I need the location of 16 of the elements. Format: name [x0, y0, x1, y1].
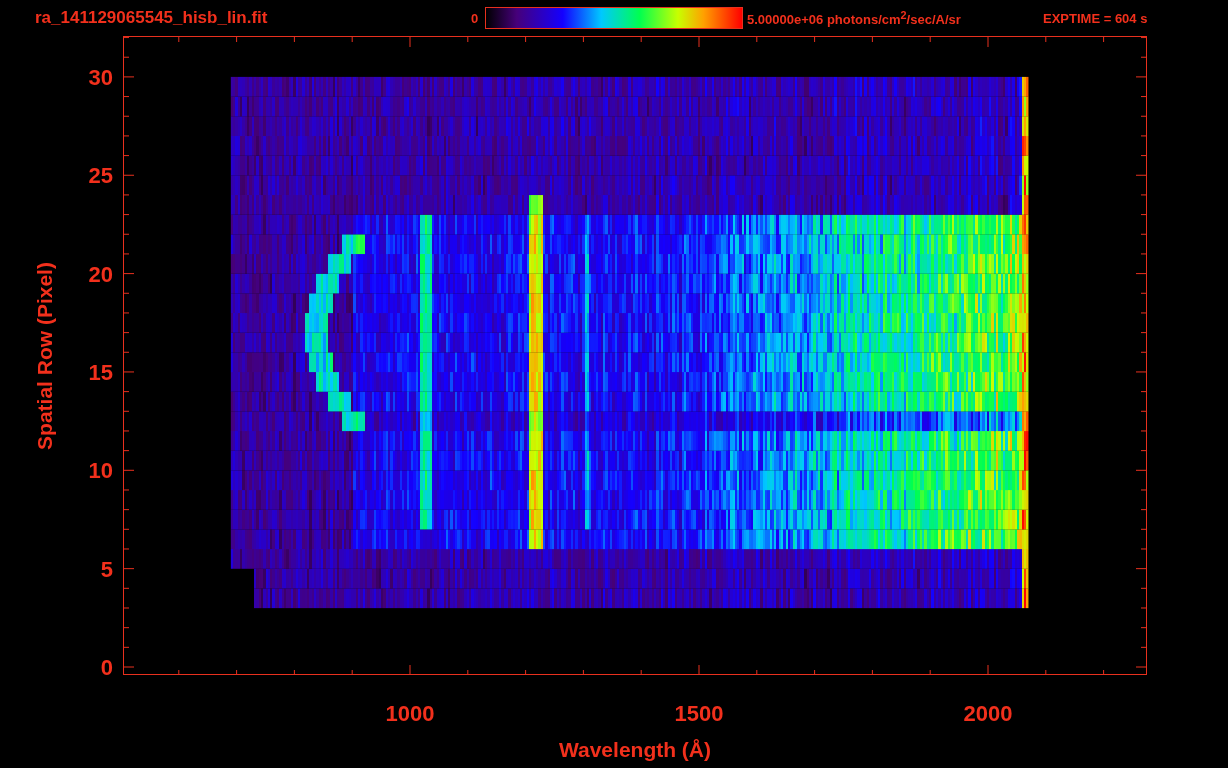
y-tick-label: 20 [88, 261, 113, 287]
y-tick-label: 25 [88, 163, 113, 189]
colorbar-min-label: 0 [471, 10, 480, 26]
x-tick-label: 1500 [674, 701, 724, 726]
exposure-time-label: EXPTIME = 604 s [1043, 10, 1148, 26]
y-tick-label: 0 [100, 655, 113, 680]
y-axis-label: Spatial Row (Pixel) [33, 262, 56, 450]
y-tick-label: 30 [88, 65, 113, 90]
plot-title: ra_141129065545_hisb_lin.fit [35, 8, 269, 28]
x-axis-label: Wavelength (Å) [558, 738, 712, 761]
y-tick-label: 10 [88, 458, 113, 484]
y-tick-label: 5 [100, 556, 113, 582]
x-tick-label: 2000 [963, 701, 1013, 726]
colorbar-max-label: 5.00000e+06 photons/cm$^{2}$/sec/A/sr [747, 8, 962, 28]
y-tick-label: 15 [88, 360, 113, 385]
x-tick-label: 1000 [385, 701, 435, 726]
